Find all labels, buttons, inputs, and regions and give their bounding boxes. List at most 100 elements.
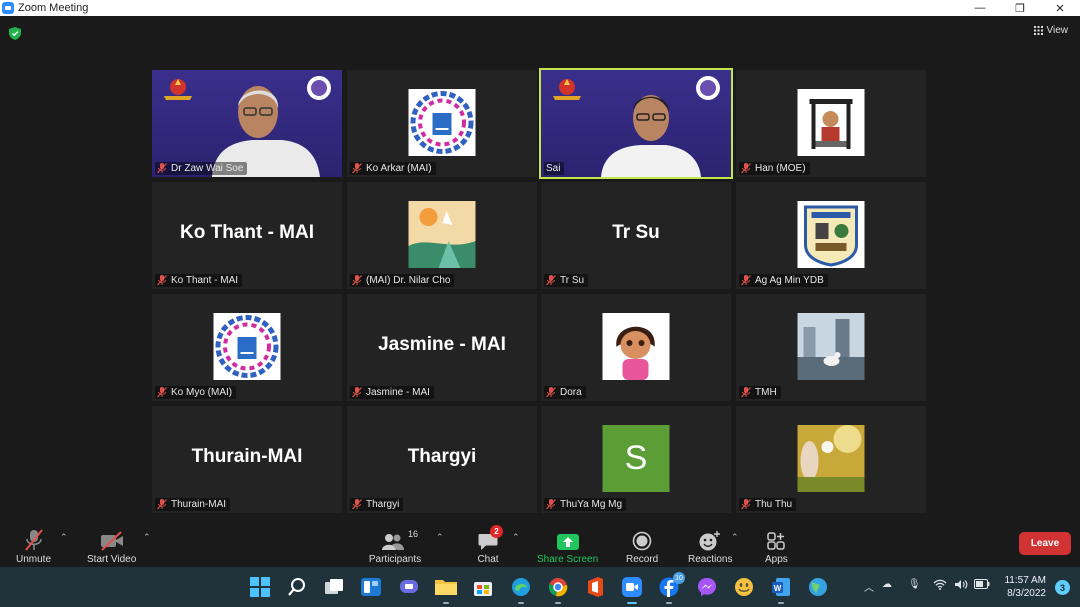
participant-display-name: Thurain-MAI xyxy=(191,446,303,467)
notification-badge[interactable]: 3 xyxy=(1055,580,1070,595)
start-video-button[interactable]: Start Video xyxy=(87,525,136,565)
reactions-button[interactable]: Reactions xyxy=(688,525,732,565)
participant-name-label: Ag Ag Min YDB xyxy=(739,274,828,287)
participant-name-label: Jasmine - MAI xyxy=(350,386,434,399)
record-label: Record xyxy=(626,554,659,565)
ydb-logo xyxy=(797,201,865,268)
participant-name: ThuYa Mg Mg xyxy=(560,499,623,510)
chrome-button[interactable] xyxy=(546,575,570,604)
volume-icon[interactable] xyxy=(954,579,968,593)
muted-mic-icon xyxy=(546,387,556,398)
participant-tile[interactable]: Dr Zaw Wai Soe xyxy=(152,70,342,177)
close-button[interactable]: ✕ xyxy=(1040,0,1080,16)
participant-name-label: Dora xyxy=(544,386,586,399)
show-hidden-icons-chevron[interactable]: ︿ xyxy=(864,579,874,594)
chat-options-caret-icon[interactable]: ⌃ xyxy=(512,532,520,543)
messenger-icon xyxy=(698,578,716,596)
participant-tile[interactable]: Ko Myo (MAI) xyxy=(152,294,342,401)
maps-app-button[interactable] xyxy=(806,575,830,599)
emoji-app-button[interactable] xyxy=(732,575,756,599)
zoom-taskbar-button[interactable] xyxy=(620,575,644,604)
battery-icon[interactable] xyxy=(974,579,990,592)
record-button[interactable]: Record xyxy=(626,525,658,565)
participants-options-caret-icon[interactable]: ⌃ xyxy=(436,532,444,543)
participant-name-label: Thargyi xyxy=(350,498,404,511)
apps-button[interactable]: Apps xyxy=(765,525,788,565)
leave-button[interactable]: Leave xyxy=(1019,532,1071,555)
audio-options-caret-icon[interactable]: ⌃ xyxy=(60,532,68,543)
muted-mic-icon xyxy=(352,387,362,398)
participant-tile[interactable]: Thu Thu xyxy=(736,406,926,513)
start-video-label: Start Video xyxy=(87,554,137,565)
participant-name-label: Ko Myo (MAI) xyxy=(155,386,237,399)
view-button[interactable]: View xyxy=(1033,25,1068,36)
participant-name: Thu Thu xyxy=(755,499,793,510)
store-button[interactable] xyxy=(471,575,495,599)
unmute-label: Unmute xyxy=(16,554,52,565)
participants-button[interactable]: 16 Participants xyxy=(366,525,424,565)
microphone-tray-icon[interactable]: 🎙 xyxy=(908,579,921,590)
restore-button[interactable]: ❐ xyxy=(1000,0,1040,16)
file-explorer-button[interactable] xyxy=(434,575,458,604)
reactions-smiley-icon xyxy=(699,531,721,551)
participant-name: Ko Thant - MAI xyxy=(171,275,239,286)
wifi-icon[interactable] xyxy=(933,579,947,593)
facebook-button[interactable]: 10 xyxy=(657,572,685,604)
window-title: Zoom Meeting xyxy=(18,2,89,14)
participant-tile-active-speaker[interactable]: Sai xyxy=(539,68,733,179)
video-off-icon xyxy=(100,531,123,551)
teams-chat-button[interactable] xyxy=(397,575,421,599)
participant-tile[interactable]: TMH xyxy=(736,294,926,401)
participant-tile[interactable]: Ko Arkar (MAI) xyxy=(347,70,537,177)
participant-tile[interactable]: Ag Ag Min YDB xyxy=(736,182,926,289)
onedrive-cloud-icon[interactable]: ☁ xyxy=(882,579,892,590)
task-view-button[interactable] xyxy=(322,575,346,599)
minimize-button[interactable]: — xyxy=(960,0,1000,16)
participant-tile[interactable]: Thargyi Thargyi xyxy=(347,406,537,513)
office-button[interactable] xyxy=(583,575,607,599)
participant-tile[interactable]: Ko Thant - MAI Ko Thant - MAI xyxy=(152,182,342,289)
participants-icon xyxy=(382,534,404,550)
participant-name: Dr Zaw Wai Soe xyxy=(171,163,244,174)
participant-name: Tr Su xyxy=(560,275,585,286)
chat-button[interactable]: 2 Chat xyxy=(476,525,503,565)
participant-display-name: Ko Thant - MAI xyxy=(179,222,315,243)
participant-tile[interactable]: (MAI) Dr. Nilar Cho xyxy=(347,182,537,289)
participant-name-label: (MAI) Dr. Nilar Cho xyxy=(350,274,455,287)
facebook-badge: 10 xyxy=(673,572,685,584)
share-screen-icon xyxy=(556,534,579,550)
muted-mic-icon xyxy=(352,499,362,510)
reactions-options-caret-icon[interactable]: ⌃ xyxy=(731,532,739,543)
zoom-icon xyxy=(622,577,642,597)
participant-tile[interactable]: Dora xyxy=(541,294,731,401)
participant-tile[interactable]: Thurain-MAI Thurain-MAI xyxy=(152,406,342,513)
person-figure xyxy=(601,95,701,177)
participant-tile[interactable]: Han (MOE) xyxy=(736,70,926,177)
messenger-button[interactable] xyxy=(695,575,719,599)
participant-name-label: ThuYa Mg Mg xyxy=(544,498,627,511)
system-clock[interactable]: 11:57 AM 8/3/2022 xyxy=(1004,574,1046,600)
reactions-label: Reactions xyxy=(688,554,733,565)
start-button[interactable] xyxy=(248,575,272,599)
smiley-face-icon xyxy=(735,578,753,596)
participant-tile[interactable]: Jasmine - MAI Jasmine - MAI xyxy=(347,294,537,401)
taskbar-search-button[interactable] xyxy=(285,575,309,599)
word-button[interactable]: W xyxy=(769,575,793,604)
share-screen-button[interactable]: Share Screen xyxy=(537,525,598,565)
unmute-button[interactable]: Unmute xyxy=(16,525,51,565)
participant-name: Thurain-MAI xyxy=(171,499,227,510)
participant-name: Thargyi xyxy=(366,499,400,510)
participant-name: Ag Ag Min YDB xyxy=(755,275,824,286)
loom-logo xyxy=(797,89,865,156)
participant-tile[interactable]: Tr Su Tr Su xyxy=(541,182,731,289)
svg-text:W: W xyxy=(774,584,782,593)
security-shield-icon[interactable] xyxy=(9,27,21,40)
participant-tile[interactable]: S ThuYa Mg Mg xyxy=(541,406,731,513)
widgets-button[interactable] xyxy=(359,575,383,599)
video-options-caret-icon[interactable]: ⌃ xyxy=(143,532,151,543)
emblem-icon xyxy=(164,79,192,100)
participant-name: Ko Myo (MAI) xyxy=(171,387,233,398)
muted-mic-icon xyxy=(352,163,362,174)
muted-microphone-icon xyxy=(24,529,43,551)
edge-button[interactable] xyxy=(509,575,533,604)
